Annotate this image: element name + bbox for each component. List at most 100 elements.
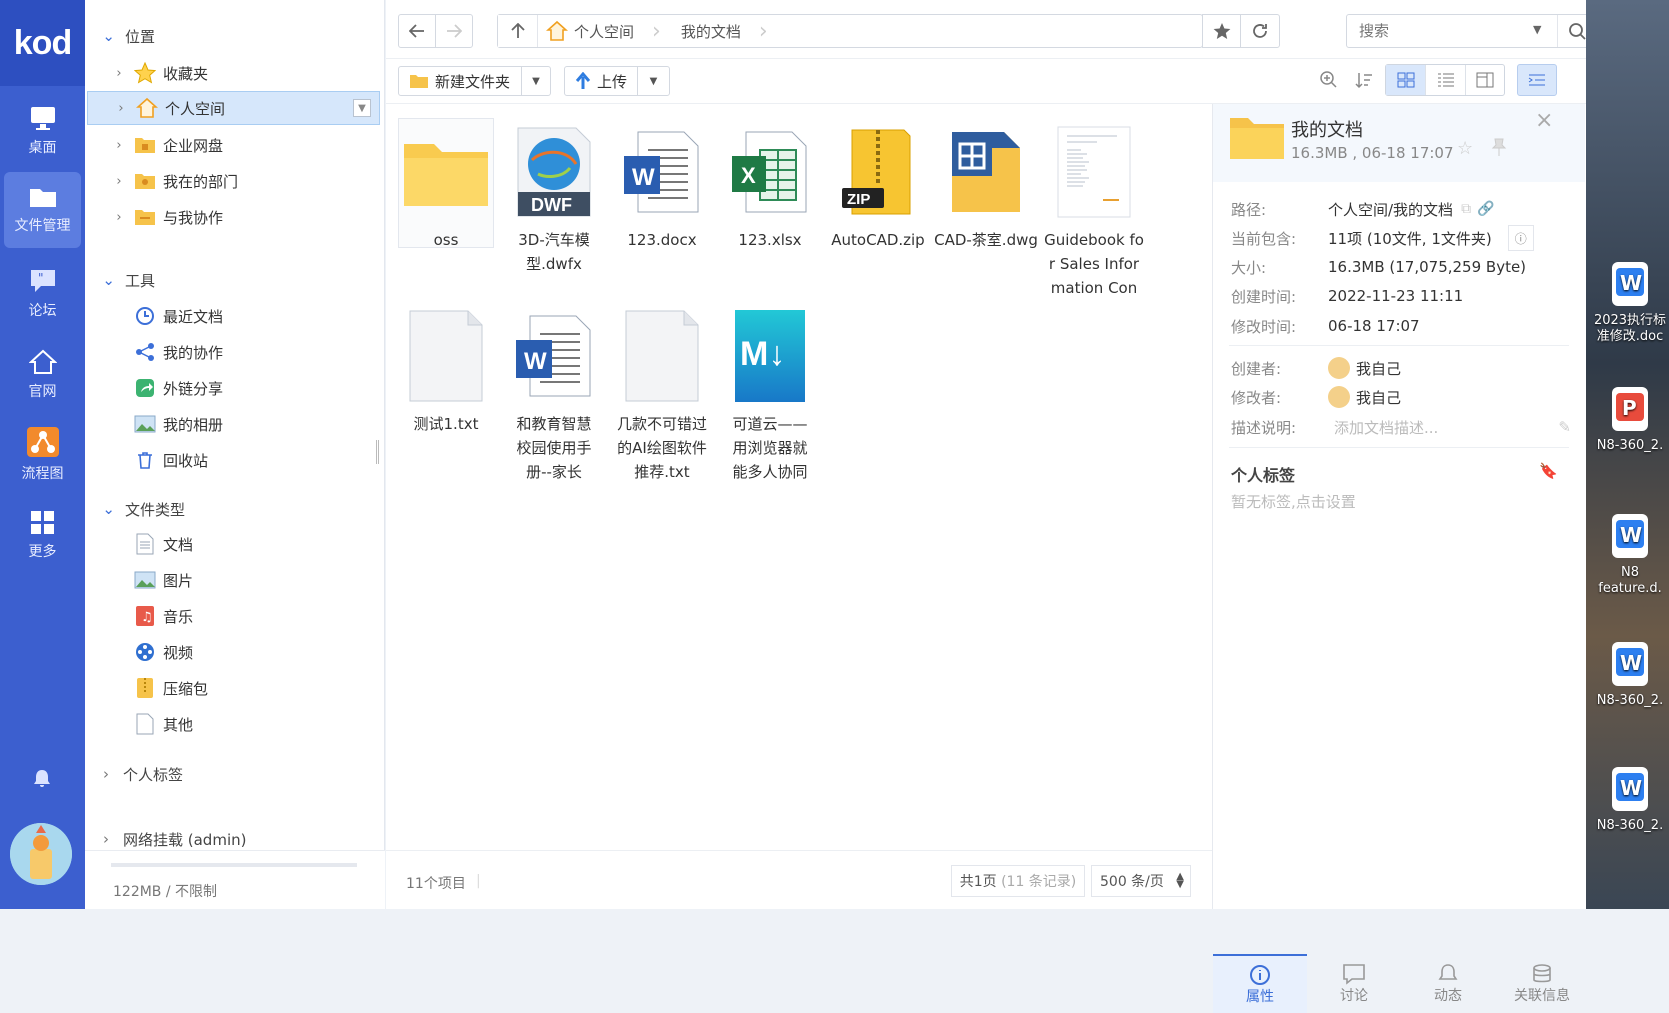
description-input[interactable]: 添加文档描述... — [1328, 417, 1438, 438]
copy-icon[interactable]: ⧉ — [1461, 201, 1471, 217]
rail-more[interactable]: 更多 — [4, 497, 81, 573]
tree-collaborate[interactable]: › 与我协作 — [85, 200, 385, 234]
bookmark-icon[interactable]: 🔖 — [1539, 462, 1558, 480]
tree-type-music[interactable]: ♫ 音乐 — [85, 599, 385, 633]
favorite-button[interactable] — [1202, 14, 1241, 48]
rail-flowchart[interactable]: 流程图 — [4, 417, 81, 493]
link-icon[interactable]: 🔗 — [1477, 201, 1494, 217]
desktop-icon[interactable]: W N8 feature.d. — [1590, 512, 1669, 597]
per-page-select[interactable]: 500 条/页 ▲ ▼ — [1091, 865, 1191, 897]
tree-enterprise-drive[interactable]: › 企业网盘 — [85, 128, 385, 162]
new-dropdown-button[interactable]: ▼ — [521, 66, 551, 96]
word-icon: W — [612, 122, 712, 222]
file-item[interactable]: ZIP AutoCAD.zip — [826, 122, 930, 252]
tree-recycle-bin[interactable]: 回收站 — [85, 443, 385, 477]
tree-type-docs[interactable]: 文档 — [85, 527, 385, 561]
search-input[interactable] — [1347, 15, 1527, 47]
upload-dropdown-button[interactable]: ▼ — [637, 66, 670, 96]
group-network-mount[interactable]: › 网络挂载 (admin) — [85, 828, 385, 850]
file-item[interactable]: W 123.docx — [610, 122, 714, 252]
tree-my-department[interactable]: › 我在的部门 — [85, 164, 385, 198]
tab-related[interactable]: 关联信息 — [1495, 954, 1589, 1013]
tab-activity[interactable]: 动态 — [1401, 954, 1495, 1013]
upload-button[interactable]: 上传 — [564, 66, 638, 96]
resize-handle[interactable] — [376, 440, 379, 464]
properties-toggle-icon[interactable] — [1517, 64, 1557, 96]
file-item[interactable]: 测试1.txt — [394, 306, 498, 436]
rail-file-manager[interactable]: 文件管理 — [4, 172, 81, 248]
file-name: AutoCAD.zip — [831, 231, 925, 249]
edit-icon[interactable]: ✎ — [1558, 418, 1571, 436]
props-title: 我的文档 — [1291, 120, 1363, 141]
tab-discussion[interactable]: 讨论 — [1307, 954, 1401, 1013]
dropdown-icon[interactable]: ▼ — [353, 99, 371, 117]
tree-personal-space[interactable]: › 个人空间 ▼ — [87, 91, 380, 125]
caret-down-icon: ▼ — [532, 75, 540, 87]
chevron-right-icon: › — [103, 765, 109, 783]
desktop-icon[interactable]: P N8-360_2. — [1590, 385, 1669, 454]
rail-desktop[interactable]: 桌面 — [4, 93, 81, 169]
document-preview-icon — [1044, 122, 1144, 222]
breadcrumb-item[interactable]: 我的文档 — [681, 21, 741, 42]
breadcrumb-item[interactable]: 个人空间 — [574, 21, 634, 42]
up-button[interactable] — [498, 15, 538, 47]
forward-button[interactable] — [435, 14, 473, 48]
page-info: 共1页 (11 条记录) — [951, 865, 1085, 897]
group-personal-tags[interactable]: › 个人标签 — [85, 756, 385, 792]
group-tools[interactable]: ⌄ 工具 — [85, 262, 385, 298]
file-name: 3D-汽车模型.dwfx — [518, 231, 590, 273]
close-icon[interactable]: × — [1535, 108, 1553, 133]
tree-label: 视频 — [163, 643, 194, 662]
tree-favorites[interactable]: › 收藏夹 — [85, 56, 385, 90]
refresh-button[interactable] — [1240, 14, 1280, 48]
app-rail: kod 桌面 文件管理 " 论坛 官网 流程图 更多 — [0, 0, 85, 909]
file-item[interactable]: X 123.xlsx — [718, 122, 822, 252]
prop-key: 路径: — [1231, 200, 1267, 219]
desktop-icon[interactable]: W N8-360_2. — [1590, 765, 1669, 834]
group-file-types[interactable]: ⌄ 文件类型 — [85, 491, 385, 527]
grid-view-icon[interactable] — [1386, 65, 1426, 95]
zoom-icon[interactable] — [1319, 70, 1339, 94]
file-item[interactable]: W 和教育智慧校园使用手册--家长 — [502, 306, 606, 484]
tree-my-album[interactable]: 我的相册 — [85, 407, 385, 441]
new-folder-button[interactable]: 新建文件夹 — [398, 66, 522, 96]
file-item[interactable]: M↓ 可道云——用浏览器就能多人协同 — [718, 306, 822, 484]
tree-link-share[interactable]: 外链分享 — [85, 371, 385, 405]
desktop-icon[interactable]: W 2023执行标准修改.doc — [1590, 260, 1669, 345]
file-item[interactable]: DWF 3D-汽车模型.dwfx — [502, 122, 606, 276]
tree-my-collab[interactable]: 我的协作 — [85, 335, 385, 369]
rail-forum[interactable]: " 论坛 — [4, 256, 81, 332]
bell-icon[interactable] — [32, 768, 52, 792]
star-icon[interactable]: ☆ — [1457, 138, 1473, 159]
tree-type-other[interactable]: 其他 — [85, 707, 385, 741]
tab-properties[interactable]: 属性 — [1213, 954, 1307, 1013]
prop-value[interactable]: 个人空间/我的文档 — [1328, 199, 1453, 220]
info-icon[interactable]: ⓘ — [1507, 225, 1534, 251]
rail-website[interactable]: 官网 — [4, 337, 81, 413]
back-button[interactable] — [398, 14, 436, 48]
file-item[interactable]: Guidebook for Sales Information Con — [1042, 122, 1146, 300]
tags-empty[interactable]: 暂无标签,点击设置 — [1231, 491, 1356, 512]
caret-down-icon[interactable]: ▼ — [1533, 23, 1541, 36]
file-item[interactable]: 几款不可错过的AI绘图软件推荐.txt — [610, 306, 714, 484]
svg-text:P: P — [1622, 396, 1637, 420]
file-name: 几款不可错过的AI绘图软件推荐.txt — [617, 415, 708, 481]
avatar[interactable] — [10, 823, 72, 885]
file-item[interactable]: oss — [394, 122, 498, 252]
pin-icon[interactable] — [1491, 138, 1507, 160]
avatar — [1328, 386, 1350, 408]
desktop-icon[interactable]: W N8-360_2. — [1590, 640, 1669, 709]
file-item[interactable]: CAD-茶室.dwg — [934, 122, 1038, 252]
address-bar[interactable]: 个人空间 › 我的文档 › — [497, 14, 1203, 48]
list-view-icon[interactable] — [1425, 65, 1464, 95]
tree-recent[interactable]: 最近文档 — [85, 299, 385, 333]
split-view-icon[interactable] — [1464, 65, 1504, 95]
updown-icon: ▲ ▼ — [1176, 871, 1184, 890]
tree-type-images[interactable]: 图片 — [85, 563, 385, 597]
sort-icon[interactable] — [1354, 70, 1374, 94]
tree-type-video[interactable]: 视频 — [85, 635, 385, 669]
tree-type-archive[interactable]: 压缩包 — [85, 671, 385, 705]
group-location[interactable]: ⌄ 位置 — [85, 18, 385, 54]
desktop-icon-label: N8-360_2. — [1596, 438, 1664, 453]
kod-logo[interactable]: kod — [0, 0, 85, 86]
